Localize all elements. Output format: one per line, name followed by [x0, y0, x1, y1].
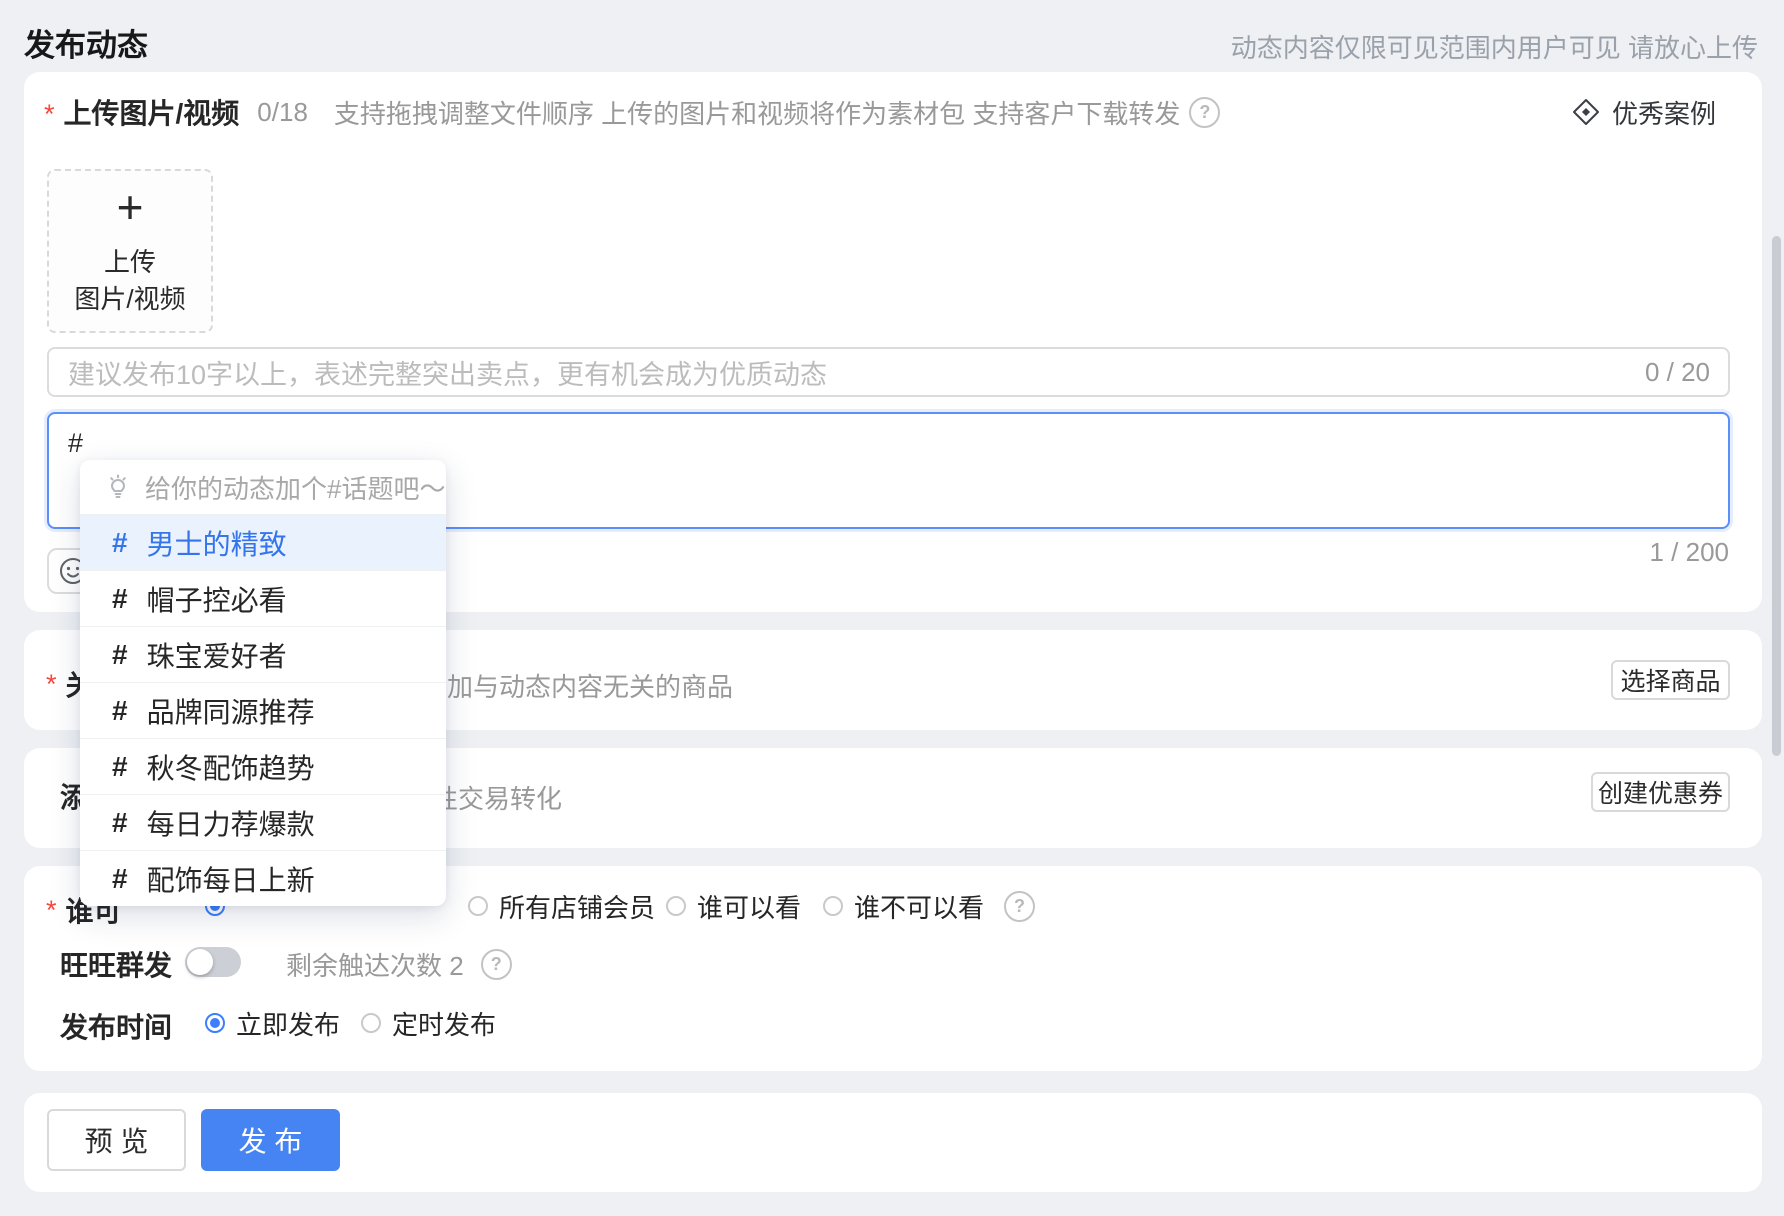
- topic-item[interactable]: # 男士的精致: [80, 514, 446, 570]
- radio-icon: [823, 896, 843, 916]
- publish-time-label-row: 发布时间: [60, 1006, 172, 1046]
- help-icon[interactable]: ?: [1004, 891, 1035, 922]
- topic-item[interactable]: # 品牌同源推荐: [80, 682, 446, 738]
- help-icon[interactable]: ?: [481, 949, 512, 980]
- topic-item[interactable]: # 秋冬配饰趋势: [80, 738, 446, 794]
- hash-icon: #: [112, 751, 128, 783]
- hash-icon: #: [112, 583, 128, 615]
- hash-icon: #: [112, 639, 128, 671]
- visibility-option-label: 谁不可以看: [854, 888, 984, 925]
- preview-button[interactable]: 预 览: [47, 1109, 186, 1171]
- title-input-placeholder: 建议发布10字以上，表述完整突出卖点，更有机会成为优质动态: [68, 353, 1645, 392]
- topic-item[interactable]: # 配饰每日上新: [80, 850, 446, 906]
- excellent-cases-label: 优秀案例: [1612, 94, 1716, 131]
- help-icon[interactable]: ?: [1189, 97, 1220, 128]
- hash-icon: #: [112, 807, 128, 839]
- page-title: 发布动态: [24, 20, 148, 65]
- radio-icon: [666, 896, 686, 916]
- wangwang-label: 旺旺群发: [60, 944, 172, 984]
- title-input[interactable]: 建议发布10字以上，表述完整突出卖点，更有机会成为优质动态 0 / 20: [47, 347, 1730, 397]
- hash-icon: #: [112, 863, 128, 895]
- publish-now-option[interactable]: 立即发布: [205, 1008, 340, 1038]
- toggle-knob: [187, 949, 213, 975]
- topic-item[interactable]: # 珠宝爱好者: [80, 626, 446, 682]
- wangwang-hint: 剩余触达次数 2: [286, 946, 464, 983]
- select-product-button[interactable]: 选择商品: [1611, 660, 1730, 700]
- wangwang-toggle[interactable]: [185, 947, 241, 977]
- visibility-option-members[interactable]: 所有店铺会员: [468, 891, 655, 921]
- visibility-notice: 动态内容仅限可见范围内用户可见 请放心上传: [1231, 28, 1758, 65]
- publish-time-label: 发布时间: [60, 1006, 172, 1046]
- upload-count: 0/18: [257, 97, 308, 128]
- excellent-cases-link[interactable]: 优秀案例: [1571, 94, 1716, 131]
- wangwang-label-row: 旺旺群发: [60, 944, 172, 984]
- wangwang-hint-row: 剩余触达次数 2 ?: [286, 946, 512, 983]
- visibility-option-label: 谁可以看: [697, 888, 801, 925]
- topic-dropdown-header: 给你的动态加个#话题吧～: [80, 460, 446, 514]
- publish-scheduled-label: 定时发布: [392, 1005, 496, 1042]
- related-product-hint: 添加与动态内容无关的商品: [421, 667, 733, 704]
- topic-dropdown: 给你的动态加个#话题吧～ # 男士的精致 # 帽子控必看 # 珠宝爱好者 # 品…: [80, 460, 446, 906]
- upload-hint: 支持拖拽调整文件顺序 上传的图片和视频将作为素材包 支持客户下载转发: [334, 94, 1180, 131]
- radio-selected-icon: [205, 1013, 225, 1033]
- upload-label: 上传图片/视频: [64, 92, 240, 132]
- content-counter: 1 / 200: [1649, 537, 1729, 568]
- radio-icon: [468, 896, 488, 916]
- required-mark: *: [46, 897, 57, 924]
- title-input-counter: 0 / 20: [1645, 357, 1710, 388]
- hash-icon: #: [112, 695, 128, 727]
- visibility-option-who-cannot[interactable]: 谁不可以看 ?: [823, 891, 1035, 921]
- required-mark: *: [46, 671, 57, 698]
- radio-icon: [361, 1013, 381, 1033]
- topic-item-label: 男士的精致: [147, 523, 287, 563]
- plus-icon: +: [117, 184, 144, 230]
- topic-item-label: 配饰每日上新: [147, 859, 315, 899]
- publish-scheduled-option[interactable]: 定时发布: [361, 1008, 496, 1038]
- publish-button[interactable]: 发 布: [201, 1109, 340, 1171]
- topic-item-label: 珠宝爱好者: [147, 635, 287, 675]
- topic-item[interactable]: # 每日力荐爆款: [80, 794, 446, 850]
- upload-card-header: * 上传图片/视频 0/18 支持拖拽调整文件顺序 上传的图片和视频将作为素材包…: [44, 92, 1716, 132]
- hash-icon: #: [112, 527, 128, 559]
- excellent-case-icon: [1571, 97, 1601, 127]
- topic-item-label: 秋冬配饰趋势: [147, 747, 315, 787]
- scrollbar-thumb[interactable]: [1772, 236, 1781, 756]
- visibility-option-who-can[interactable]: 谁可以看: [666, 891, 801, 921]
- upload-box-line2: 图片/视频: [74, 281, 185, 318]
- visibility-option-label: 所有店铺会员: [499, 888, 655, 925]
- topic-item-label: 帽子控必看: [147, 579, 287, 619]
- publish-now-label: 立即发布: [236, 1005, 340, 1042]
- topic-item-label: 每日力荐爆款: [147, 803, 315, 843]
- topic-item-label: 品牌同源推荐: [147, 691, 315, 731]
- upload-box-line1: 上传: [104, 244, 156, 281]
- create-coupon-button[interactable]: 创建优惠券: [1591, 772, 1730, 812]
- required-mark: *: [44, 101, 55, 128]
- footer-card: 预 览 发 布: [24, 1093, 1762, 1192]
- topic-dropdown-title: 给你的动态加个#话题吧～: [145, 469, 445, 506]
- idea-icon: [104, 473, 132, 501]
- coupon-hint: 性交易转化: [432, 779, 562, 816]
- topic-item[interactable]: # 帽子控必看: [80, 570, 446, 626]
- upload-dropzone[interactable]: + 上传 图片/视频: [47, 169, 213, 333]
